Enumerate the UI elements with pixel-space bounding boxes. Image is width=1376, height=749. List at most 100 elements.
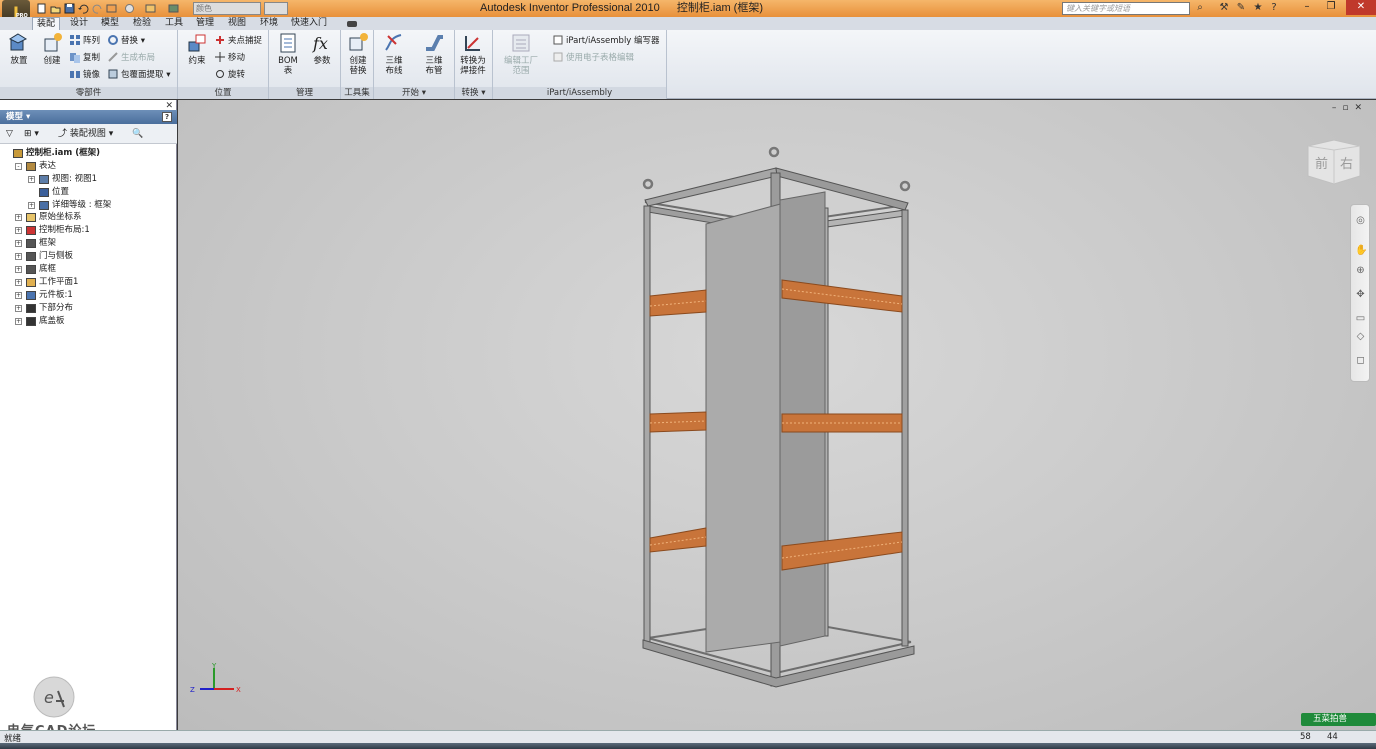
tab-inspect[interactable]: 检验 — [129, 17, 155, 30]
tab-model[interactable]: 模型 — [97, 17, 123, 30]
copper-rail[interactable] — [649, 527, 707, 553]
grip-snap-button[interactable]: 夹点捕捉 — [215, 34, 262, 49]
browser-node[interactable]: + 下部分布 — [4, 302, 174, 315]
update-icon[interactable] — [124, 3, 135, 14]
save-icon[interactable] — [64, 3, 75, 14]
bom-button[interactable]: BOM 表 — [271, 32, 305, 84]
pattern-button[interactable]: 阵列 — [70, 34, 100, 49]
favorites-icon[interactable]: ★ — [1252, 2, 1264, 14]
tab-tools[interactable]: 工具 — [161, 17, 187, 30]
graphics-viewport[interactable]: –▫✕ 前 右 ◎ ✋ ⊕ ✥ ▭ ◇ ◻ Y X Z — [178, 100, 1376, 730]
select-icon[interactable] — [145, 3, 156, 14]
browser-node[interactable]: + 底盖板 — [4, 315, 174, 328]
tree-options-icon[interactable]: ⊞ ▾ — [24, 128, 39, 140]
viewcube-front-face[interactable]: 前 — [1315, 156, 1328, 172]
browser-node[interactable]: + 视图: 视图1 — [4, 173, 174, 186]
zoom-all-icon[interactable]: ◇ — [1355, 331, 1366, 342]
move-button[interactable]: 移动 — [215, 51, 245, 66]
make-layout-button[interactable]: 生成布局 — [108, 51, 155, 66]
expand-icon[interactable]: + — [15, 266, 22, 274]
constrain-button[interactable]: 约束 — [180, 32, 214, 84]
assembly-view-dropdown[interactable]: ⤴ 装配视图 ▾ — [58, 128, 113, 140]
browser-node[interactable]: + 框架 — [4, 237, 174, 250]
find-icon[interactable]: 🔍 — [132, 128, 143, 140]
filter-icon[interactable]: ▽ — [6, 128, 13, 140]
browser-node[interactable]: + 详细等级 : 框架 — [4, 199, 174, 212]
browser-node[interactable]: 控制柜.iam (框架) — [4, 147, 174, 160]
browser-node[interactable]: 位置 — [4, 186, 174, 199]
viewcube[interactable]: 前 右 — [1306, 138, 1362, 186]
parameters-button[interactable]: fx 参数 — [305, 32, 339, 84]
appearance-combo[interactable] — [264, 2, 288, 15]
help-icon[interactable]: ? — [1268, 2, 1280, 14]
ipart-author-button[interactable]: iPart/iAssembly 编写器 — [553, 34, 660, 49]
subscription-icon[interactable]: ✎ — [1235, 2, 1247, 14]
restore-button[interactable]: ❐ — [1320, 0, 1342, 15]
tab-get-started[interactable]: 快速入门 — [287, 17, 331, 30]
place-button[interactable]: 放置 — [2, 32, 36, 84]
tab-design[interactable]: 设计 — [66, 17, 92, 30]
expand-icon[interactable]: + — [15, 227, 22, 235]
view-face-icon[interactable]: ◻ — [1355, 355, 1366, 366]
edit-factory-scope-button[interactable]: 编辑工厂 范围 — [497, 32, 545, 84]
copy-button[interactable]: 复制 — [70, 51, 100, 66]
browser-node[interactable]: + 原始坐标系 — [4, 211, 174, 224]
browser-node[interactable]: + 控制柜布局:1 — [4, 224, 174, 237]
browser-node[interactable]: + 工作平面1 — [4, 276, 174, 289]
zoom-icon[interactable]: ⊕ — [1355, 265, 1366, 276]
expand-icon[interactable]: + — [28, 175, 35, 183]
status-badge[interactable]: 五菜拍兽 — [1301, 713, 1376, 726]
search-icon[interactable]: ⌕ — [1194, 2, 1206, 14]
expand-icon[interactable]: + — [15, 304, 22, 312]
panel-begin-title[interactable]: 开始 ▾ — [374, 87, 454, 99]
ribbon-minimize-icon[interactable] — [346, 20, 358, 28]
close-button[interactable]: ✕ — [1346, 0, 1376, 15]
expand-icon[interactable]: + — [15, 214, 22, 222]
new-file-icon[interactable] — [36, 3, 47, 14]
look-at-icon[interactable]: ▭ — [1355, 313, 1366, 324]
mirror-button[interactable]: 镜像 — [70, 68, 100, 83]
rotate-button[interactable]: 旋转 — [215, 68, 245, 83]
collapse-icon[interactable]: - — [15, 162, 22, 170]
expand-icon[interactable]: + — [15, 291, 22, 299]
tab-assemble[interactable]: 装配 — [32, 17, 61, 31]
undo-icon[interactable] — [78, 3, 89, 14]
tab-view[interactable]: 视图 — [224, 17, 250, 30]
tab-environments[interactable]: 环境 — [256, 17, 282, 30]
convert-weldment-button[interactable]: 转换为 焊接件 — [456, 32, 490, 84]
return-icon[interactable] — [106, 3, 117, 14]
tab-manage[interactable]: 管理 — [192, 17, 218, 30]
open-file-icon[interactable] — [50, 3, 61, 14]
browser-node[interactable]: + 底框 — [4, 263, 174, 276]
browser-node[interactable]: - 表达 — [4, 160, 174, 173]
panel-convert-title[interactable]: 转换 ▾ — [455, 87, 492, 99]
expand-icon[interactable]: + — [15, 278, 22, 286]
tube-3d-button[interactable]: 三维 布管 — [417, 32, 451, 84]
route-3d-button[interactable]: 三维 布线 — [377, 32, 411, 84]
browser-node[interactable]: + 门与侧板 — [4, 250, 174, 263]
browser-title-dropdown[interactable]: 模型 ▾ — [6, 112, 30, 122]
use-spreadsheet-button[interactable]: 使用电子表格编辑 — [553, 51, 634, 66]
redo-icon[interactable] — [92, 3, 103, 14]
steering-wheel-icon[interactable]: ◎ — [1355, 215, 1366, 226]
color-style-combo[interactable]: 颜色 — [193, 2, 261, 15]
help-search-input[interactable]: 键入关键字或短语 — [1062, 2, 1190, 15]
viewcube-right-face[interactable]: 右 — [1340, 157, 1353, 172]
orbit-icon[interactable]: ✥ — [1355, 289, 1366, 300]
browser-node[interactable]: + 元件板:1 — [4, 289, 174, 302]
mirror-icon — [70, 71, 80, 78]
browser-help-icon[interactable]: ? — [162, 112, 172, 122]
pan-icon[interactable]: ✋ — [1355, 245, 1367, 256]
expand-icon[interactable]: + — [15, 240, 22, 248]
project-icon[interactable] — [168, 3, 179, 14]
create-button[interactable]: 创建 — [35, 32, 69, 84]
cabinet-model[interactable] — [178, 100, 1376, 730]
substitute-button[interactable]: 替换 ▾ — [108, 34, 145, 49]
expand-icon[interactable]: + — [15, 253, 22, 261]
expand-icon[interactable]: + — [28, 201, 35, 209]
minimize-button[interactable]: – — [1296, 0, 1318, 15]
create-substitute-button[interactable]: 创建 替换 — [341, 32, 375, 84]
expand-icon[interactable]: + — [15, 317, 22, 325]
shrinkwrap-button[interactable]: 包覆面提取 ▾ — [108, 68, 170, 83]
tools-icon[interactable]: ⚒ — [1218, 2, 1230, 14]
